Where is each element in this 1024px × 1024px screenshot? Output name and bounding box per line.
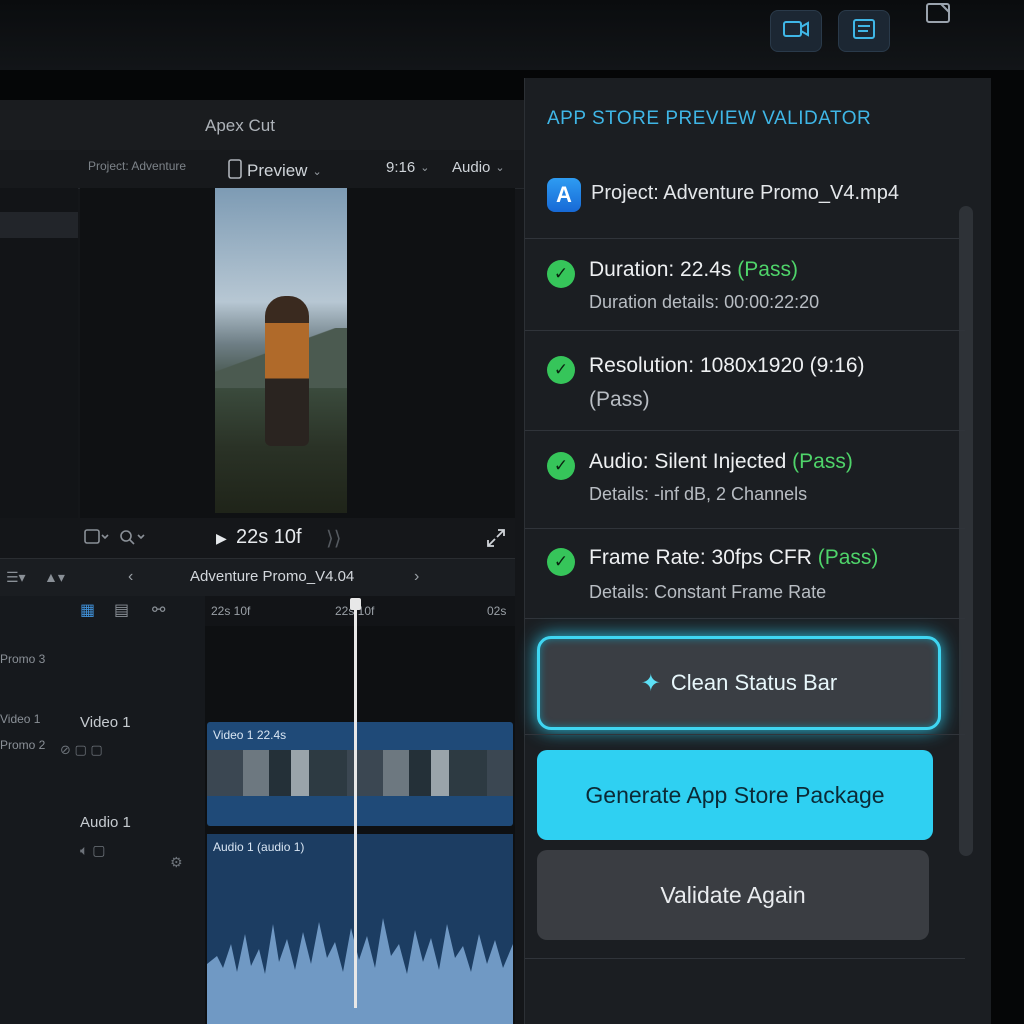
chevron-right-icon[interactable]: › bbox=[414, 568, 419, 586]
check-circle-icon: ✓ bbox=[547, 548, 575, 576]
speaker-icon[interactable]: 🔈︎ ▢ bbox=[80, 842, 106, 859]
window-button[interactable] bbox=[922, 0, 956, 30]
library-sidebar bbox=[0, 188, 78, 518]
marker-tools-icon[interactable]: ▲▾ bbox=[44, 569, 65, 586]
timeline-header: ☰▾ ▲▾ ‹ Adventure Promo_V4.04 › bbox=[0, 558, 515, 598]
video-camera-icon bbox=[782, 19, 810, 44]
pass-status: (Pass) bbox=[589, 388, 650, 411]
sequence-title: Adventure Promo_V4.04 bbox=[190, 568, 355, 585]
audio-clip-label: Audio 1 (audio 1) bbox=[213, 840, 305, 854]
timecode: 22s 10f bbox=[236, 526, 302, 548]
track-side-label: Promo 2 bbox=[0, 738, 46, 752]
timeline-tracks: Video 1 22.4s Audio 1 (audio 1) bbox=[205, 626, 515, 1024]
sparkle-icon: ✦ bbox=[640, 669, 661, 697]
check-circle-icon: ✓ bbox=[547, 452, 575, 480]
title-bar: Apex Cut bbox=[0, 100, 530, 151]
divider bbox=[525, 238, 965, 239]
ruler-label: 02s bbox=[487, 604, 507, 618]
check-detail: Details: -inf dB, 2 Channels bbox=[589, 484, 808, 504]
chevron-down-icon: ⌄ bbox=[312, 165, 322, 178]
camera-button[interactable] bbox=[770, 10, 822, 52]
audio-label: Audio bbox=[452, 159, 491, 176]
divider bbox=[525, 430, 965, 431]
display-options-icon[interactable] bbox=[84, 528, 110, 551]
chevron-down-icon: ⌄ bbox=[420, 162, 430, 174]
scrollbar[interactable] bbox=[959, 206, 973, 856]
validator-title: APP STORE PREVIEW VALIDATOR bbox=[547, 108, 872, 129]
playhead[interactable] bbox=[354, 604, 357, 1008]
generate-button-label: Generate App Store Package bbox=[585, 781, 885, 808]
transport-bar: ▶ 22s 10f ⟩⟩ bbox=[80, 518, 515, 558]
link-icon[interactable]: ⚯ bbox=[152, 600, 165, 620]
divider bbox=[525, 734, 965, 735]
notes-icon bbox=[852, 18, 876, 45]
video-clip[interactable]: Video 1 22.4s bbox=[207, 722, 513, 826]
pass-status: (Pass) bbox=[792, 450, 853, 473]
validate-again-button[interactable]: Validate Again bbox=[537, 850, 929, 940]
preview-dropdown[interactable]: Preview ⌄ bbox=[228, 159, 322, 183]
play-icon[interactable]: ▶ bbox=[216, 530, 227, 547]
editor-toolbar: Project: Adventure Preview ⌄ 9:16 ⌄ Audi… bbox=[0, 150, 530, 189]
timeline-tools-icon[interactable]: ☰▾ bbox=[6, 569, 26, 586]
audio-dropdown[interactable]: Audio ⌄ bbox=[452, 159, 505, 176]
preview-frame bbox=[215, 188, 347, 513]
divider bbox=[525, 528, 965, 529]
divider bbox=[525, 618, 965, 619]
aspect-label: 9:16 bbox=[386, 159, 416, 176]
divider bbox=[525, 958, 965, 959]
top-bar bbox=[0, 0, 1024, 70]
forward-icon[interactable]: ⟩⟩ bbox=[326, 526, 342, 551]
app-title: Apex Cut bbox=[205, 116, 275, 135]
video-thumbnails bbox=[207, 750, 513, 796]
mixer-icon[interactable]: ⚙︎ bbox=[170, 854, 183, 871]
ruler-label: 22s 10f bbox=[211, 604, 251, 618]
validate-button-label: Validate Again bbox=[660, 881, 806, 908]
notes-button[interactable] bbox=[838, 10, 890, 52]
divider bbox=[525, 330, 965, 331]
check-detail: Duration details: 00:00:22:20 bbox=[589, 292, 820, 312]
chevron-down-icon: ⌄ bbox=[495, 162, 505, 174]
check-detail: Details: Constant Frame Rate bbox=[589, 582, 827, 602]
preview-viewer bbox=[80, 188, 515, 518]
video-track-name: Video 1 bbox=[80, 714, 131, 731]
zoom-options-icon[interactable] bbox=[118, 528, 148, 551]
check-circle-icon: ✓ bbox=[547, 260, 575, 288]
editor-window: Apex Cut Project: Adventure Preview ⌄ 9:… bbox=[0, 100, 530, 1024]
check-label: Resolution: 1080x1920 (9:16) bbox=[589, 354, 865, 377]
track-controls-icon[interactable]: ⊘ ▢ ▢ bbox=[60, 742, 103, 758]
sidebar-row[interactable] bbox=[0, 212, 78, 238]
window-icon bbox=[925, 2, 953, 29]
audio-clip[interactable]: Audio 1 (audio 1) bbox=[207, 834, 513, 1024]
preview-hiker bbox=[265, 296, 309, 446]
pass-status: (Pass) bbox=[737, 258, 798, 281]
pass-status: (Pass) bbox=[817, 546, 879, 569]
aspect-dropdown[interactable]: 9:16 ⌄ bbox=[386, 159, 429, 176]
project-name: Project: Adventure Promo_V4.mp4 bbox=[591, 182, 899, 204]
check-label: Duration: 22.4s (Pass) bbox=[589, 258, 798, 281]
phone-icon bbox=[228, 159, 242, 183]
track-side-label: Video 1 bbox=[0, 712, 41, 726]
chevron-left-icon[interactable]: ‹ bbox=[128, 568, 133, 586]
clean-status-bar-button[interactable]: ✦ Clean Status Bar bbox=[537, 636, 941, 730]
video-clip-label: Video 1 22.4s bbox=[213, 728, 287, 742]
clean-button-label: Clean Status Bar bbox=[670, 670, 838, 695]
track-side-label: Promo 3 bbox=[0, 652, 46, 666]
check-label: Frame Rate: 30fps CFR (Pass) bbox=[589, 546, 879, 569]
grid-view-icon[interactable]: ▦ bbox=[80, 600, 95, 620]
preview-label: Preview bbox=[247, 161, 308, 180]
check-label: Audio: Silent Injected (Pass) bbox=[589, 450, 853, 473]
list-view-icon[interactable]: ▤ bbox=[114, 600, 129, 620]
expand-icon[interactable] bbox=[486, 528, 506, 553]
app-store-icon: A bbox=[547, 178, 581, 212]
check-circle-icon: ✓ bbox=[547, 356, 575, 384]
project-breadcrumb: Project: Adventure bbox=[88, 159, 187, 173]
audio-track-name: Audio 1 bbox=[80, 814, 131, 831]
audio-waveform bbox=[207, 918, 513, 1024]
track-headers: Promo 3 Video 1 Promo 2 ▦ ▤ ⚯ Video 1 ⊘ … bbox=[0, 596, 205, 1024]
validator-panel: APP STORE PREVIEW VALIDATOR A Project: A… bbox=[524, 78, 991, 1024]
generate-package-button[interactable]: Generate App Store Package bbox=[537, 750, 933, 840]
